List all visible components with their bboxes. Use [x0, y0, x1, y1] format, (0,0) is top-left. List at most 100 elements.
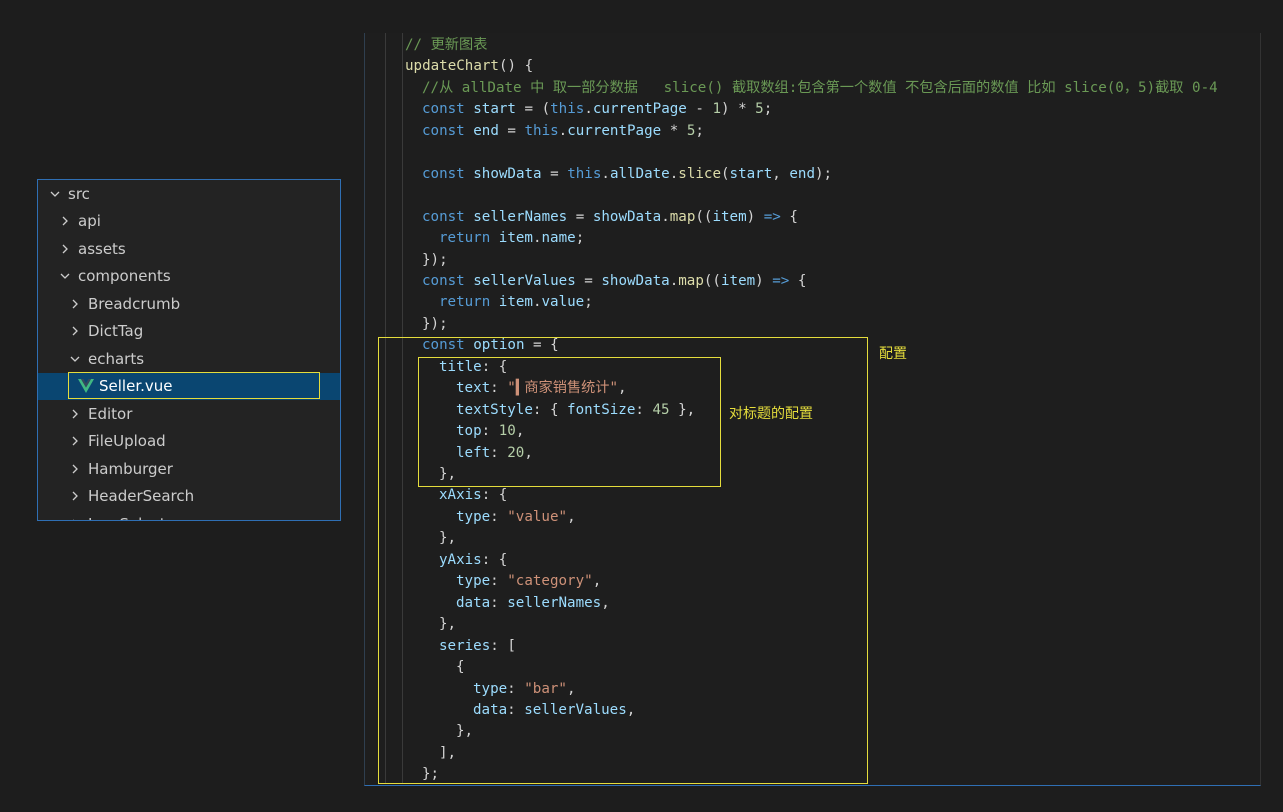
code-token: showData	[473, 165, 542, 182]
chevron-right-icon	[58, 242, 72, 256]
tree-item-components[interactable]: components	[38, 263, 340, 290]
code-token: (	[721, 165, 730, 182]
code-token: map	[678, 272, 704, 289]
code-token: const	[422, 101, 474, 118]
code-token: .	[669, 165, 679, 182]
code-line: const sellerNames = showData.map((item) …	[422, 207, 798, 228]
code-token: {	[780, 208, 798, 225]
tree-item-headersearch[interactable]: HeaderSearch	[38, 483, 340, 510]
tree-item-assets[interactable]: assets	[38, 235, 340, 262]
code-token: });	[422, 315, 448, 332]
code-token: .	[532, 294, 542, 311]
code-token: currentPage	[592, 101, 687, 118]
code-token: {	[789, 272, 807, 289]
code-token: const	[422, 165, 474, 182]
code-token: currentPage	[567, 122, 662, 139]
code-token: .	[584, 101, 593, 118]
code-token: 1	[712, 101, 721, 118]
code-token: ((	[695, 208, 713, 225]
code-token: *	[661, 122, 687, 139]
title-highlight-box	[418, 357, 721, 487]
code-token: .	[601, 165, 610, 182]
code-token: -	[686, 101, 713, 118]
chevron-down-icon	[58, 269, 72, 283]
chevron-right-icon	[68, 434, 82, 448]
code-token: this	[567, 165, 602, 182]
tree-item-src[interactable]: src	[38, 180, 340, 207]
code-token: //从 allDate 中 取一部分数据 slice() 截取数组:包含第一个数…	[422, 79, 1218, 96]
code-token: = (	[515, 101, 551, 118]
code-line: const start = (this.currentPage - 1) * 5…	[422, 99, 772, 120]
title-config-annotation: 对标题的配置	[729, 406, 813, 422]
code-token: .	[661, 208, 670, 225]
code-token: ;	[763, 101, 773, 118]
tree-item-api[interactable]: api	[38, 208, 340, 235]
code-token: allDate	[609, 165, 670, 182]
tree-item-label: FileUpload	[88, 432, 166, 450]
chevron-right-icon	[68, 297, 82, 311]
code-token: )	[755, 272, 773, 289]
code-token: this	[550, 101, 585, 118]
tree-item-label: Editor	[88, 404, 133, 423]
chevron-right-icon	[68, 462, 82, 476]
tree-item-label: components	[78, 267, 171, 285]
code-token: this	[524, 122, 559, 139]
tree-item-label: src	[68, 184, 90, 203]
code-token: ;	[695, 122, 704, 139]
code-token: item	[712, 208, 747, 225]
chevron-right-icon	[68, 324, 82, 338]
tree-item-breadcrumb[interactable]: Breadcrumb	[38, 290, 340, 317]
code-token: 5	[755, 101, 764, 118]
selected-file-highlight-box	[68, 372, 320, 399]
chevron-down-icon	[68, 352, 82, 366]
code-token: ((	[703, 272, 721, 289]
code-token: ,	[772, 165, 790, 182]
code-token: item	[720, 272, 756, 289]
code-token: )	[746, 208, 764, 225]
code-token: .	[558, 122, 568, 139]
code-token: end	[473, 122, 499, 139]
code-token: =	[541, 165, 568, 182]
code-token: map	[669, 208, 696, 225]
tree-item-label: IconSelect	[88, 515, 166, 521]
code-line: //从 allDate 中 取一部分数据 slice() 截取数组:包含第一个数…	[422, 78, 1218, 99]
code-token: const	[422, 122, 474, 139]
code-token: sellerNames	[473, 208, 568, 225]
code-token: sellerValues	[473, 272, 576, 289]
tree-item-label: assets	[78, 239, 126, 258]
tree-item-editor[interactable]: Editor	[38, 400, 340, 427]
code-line: const sellerValues = showData.map((item)…	[422, 271, 806, 292]
config-annotation: 配置	[879, 346, 907, 362]
code-line: return item.value;	[439, 292, 593, 313]
code-token: updateChart	[405, 58, 499, 75]
chevron-right-icon	[58, 214, 72, 228]
code-line: const end = this.currentPage * 5;	[422, 121, 704, 142]
tree-item-label: DictTag	[88, 322, 144, 340]
code-token: =	[575, 272, 602, 289]
chevron-down-icon	[48, 187, 62, 201]
code-token: item	[498, 294, 533, 311]
tree-item-label: Breadcrumb	[88, 294, 181, 313]
code-token: =>	[772, 272, 790, 289]
code-token: );	[814, 165, 833, 182]
code-token: =	[567, 208, 593, 225]
chevron-right-icon	[68, 517, 82, 520]
code-token: start	[729, 165, 773, 182]
code-token: ) *	[721, 101, 756, 118]
tree-item-hamburger[interactable]: Hamburger	[38, 455, 340, 482]
tree-item-dicttag[interactable]: DictTag	[38, 318, 340, 345]
code-token: ;	[575, 230, 585, 247]
code-line: const showData = this.allDate.slice(star…	[422, 164, 832, 185]
tree-item-iconselect[interactable]: IconSelect	[38, 510, 340, 521]
code-token: =>	[763, 208, 781, 225]
tree-item-label: HeaderSearch	[88, 487, 195, 505]
code-token: const	[422, 272, 474, 289]
code-token: });	[422, 251, 448, 268]
code-line: });	[422, 314, 448, 335]
tree-item-echarts[interactable]: echarts	[38, 345, 340, 372]
code-token: item	[498, 230, 533, 247]
file-explorer: src api assets components Breadcrumb DictTag e…	[37, 179, 341, 521]
tree-item-fileupload[interactable]: FileUpload	[38, 428, 340, 455]
code-token: ;	[584, 294, 593, 311]
code-token: .	[532, 230, 542, 247]
